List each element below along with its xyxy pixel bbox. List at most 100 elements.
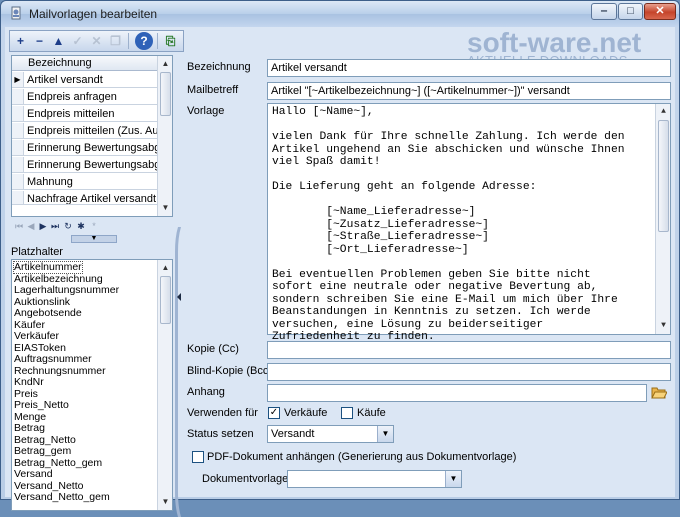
verwenden-label: Verwenden für: [187, 407, 258, 419]
vertical-splitter-icon[interactable]: [175, 227, 183, 517]
bezeichnung-field[interactable]: Artikel versandt: [267, 59, 671, 77]
dokumentvorlage-label: Dokumentvorlage: [202, 473, 289, 485]
list-item[interactable]: Rechnungsnummer: [14, 365, 106, 377]
row-label: Endpreis anfragen: [27, 91, 117, 103]
scroll-down-icon[interactable]: ▼: [656, 318, 671, 333]
asterisk-icon[interactable]: *: [88, 219, 100, 233]
list-item[interactable]: Preis: [14, 388, 38, 400]
row-label: Erinnerung Bewertungsabga: [27, 159, 158, 171]
minimize-button[interactable]: ‒: [591, 3, 617, 20]
list-item[interactable]: Preis_Netto: [14, 400, 69, 411]
client-area: + − ▲ ✓ ✕ ❐ ? ⎘ soft-ware.net AKTUELLE D…: [5, 27, 675, 517]
status-select[interactable]: Versandt ▼: [267, 425, 394, 443]
toolbar: + − ▲ ✓ ✕ ❐ ? ⎘: [9, 30, 184, 52]
delete-icon[interactable]: −: [31, 33, 48, 49]
star-icon[interactable]: ✱: [75, 219, 87, 233]
list-item[interactable]: Betrag_gem: [14, 446, 71, 457]
copy-icon[interactable]: ❐: [107, 33, 124, 49]
chevron-down-icon[interactable]: ▼: [445, 471, 461, 487]
table-row[interactable]: Nachfrage Artikel versandt: [12, 191, 158, 205]
chevron-down-icon[interactable]: ▼: [377, 426, 393, 442]
row-label: Endpreis mitteilen: [27, 108, 115, 120]
scroll-thumb[interactable]: [160, 276, 171, 324]
list-item[interactable]: Lagerhaltungsnummer: [14, 285, 119, 296]
verkaeufe-label: Verkäufe: [284, 407, 328, 419]
list-item[interactable]: Menge: [14, 411, 46, 423]
vorlage-textarea[interactable]: Hallo [~Name~], vielen Dank für Ihre sch…: [267, 103, 671, 343]
list-item[interactable]: Verkäufer: [14, 331, 59, 342]
list-item[interactable]: Käufer: [14, 319, 45, 331]
list-item[interactable]: Betrag_Netto_gem: [14, 457, 102, 469]
folder-open-icon[interactable]: [651, 386, 667, 399]
move-up-icon[interactable]: ▲: [50, 33, 67, 49]
column-header-bezeichnung[interactable]: Bezeichnung: [28, 57, 92, 69]
bezeichnung-label: Bezeichnung: [187, 61, 251, 73]
horizontal-splitter-icon[interactable]: ▼: [71, 235, 117, 243]
list-item[interactable]: Versand_Netto: [14, 480, 83, 492]
list-item[interactable]: KndNr: [14, 377, 44, 388]
title-bar[interactable]: Mailvorlagen bearbeiten ‒ □ ✕: [1, 1, 679, 27]
placeholder-list[interactable]: Artikelnummer Artikelbezeichnung Lagerha…: [11, 259, 173, 511]
table-row[interactable]: ▶ Artikel versandt: [12, 72, 158, 88]
kaeufe-checkbox[interactable]: [341, 407, 353, 419]
row-label: Artikel versandt: [27, 74, 103, 86]
mailbetreff-label: Mailbetreff: [187, 84, 239, 96]
list-item[interactable]: Betrag: [14, 423, 45, 434]
close-button[interactable]: ✕: [644, 3, 676, 20]
app-icon: [11, 6, 21, 20]
kopie-field[interactable]: [267, 341, 671, 359]
help-icon[interactable]: ?: [135, 32, 153, 50]
table-row[interactable]: Erinnerung Bewertungsabga: [12, 140, 158, 156]
list-item[interactable]: Angebotsende: [14, 308, 82, 319]
scroll-up-icon[interactable]: ▲: [656, 104, 671, 119]
first-record-icon[interactable]: ⏮: [13, 219, 25, 233]
list-item[interactable]: Artikelbezeichnung: [14, 273, 103, 285]
list-item[interactable]: Auftragsnummer: [14, 354, 92, 365]
list-item[interactable]: Auktionslink: [14, 296, 70, 308]
table-row[interactable]: Mahnung: [12, 174, 158, 190]
list-item[interactable]: Versand: [14, 469, 53, 480]
anhang-field[interactable]: [267, 384, 647, 402]
row-label: Nachfrage Artikel versandt: [27, 193, 157, 205]
mailbetreff-field[interactable]: Artikel "[~Artikelbezeichnung~] ([~Artik…: [267, 82, 671, 100]
list-item[interactable]: Betrag_Netto: [14, 434, 76, 446]
maximize-button[interactable]: □: [618, 3, 643, 20]
grid-header: Bezeichnung: [12, 56, 158, 71]
vorlage-label: Vorlage: [187, 105, 225, 117]
table-row[interactable]: Endpreis mitteilen: [12, 106, 158, 122]
textarea-scrollbar[interactable]: ▲ ▼: [655, 104, 670, 334]
last-record-icon[interactable]: ⏭: [49, 219, 61, 233]
add-icon[interactable]: +: [12, 33, 29, 49]
pdf-label: PDF-Dokument anhängen (Generierung aus D…: [207, 451, 517, 463]
scroll-up-icon[interactable]: ▲: [158, 260, 173, 275]
kaeufe-label: Käufe: [357, 407, 386, 419]
refresh-icon[interactable]: ↻: [62, 219, 74, 233]
list-item[interactable]: EIASToken: [14, 342, 66, 354]
blindkopie-field[interactable]: [267, 363, 671, 381]
table-row[interactable]: Endpreis anfragen: [12, 89, 158, 105]
list-item[interactable]: Artikelnummer: [13, 261, 83, 274]
list-scrollbar[interactable]: ▲ ▼: [157, 260, 172, 510]
row-indicator: [12, 140, 24, 155]
scroll-thumb[interactable]: [160, 72, 171, 116]
dokumentvorlage-select[interactable]: ▼: [287, 470, 462, 488]
row-label: Endpreis mitteilen (Zus. Aukt: [27, 125, 158, 137]
exit-icon[interactable]: ⎘: [162, 33, 179, 49]
table-row[interactable]: Erinnerung Bewertungsabga: [12, 157, 158, 173]
prev-record-icon[interactable]: ◀: [25, 219, 37, 233]
row-indicator-icon: ▶: [12, 72, 24, 87]
table-row[interactable]: Endpreis mitteilen (Zus. Aukt: [12, 123, 158, 139]
scroll-up-icon[interactable]: ▲: [158, 56, 173, 71]
confirm-icon[interactable]: ✓: [69, 33, 86, 49]
row-label: Mahnung: [27, 176, 73, 188]
cancel-icon[interactable]: ✕: [88, 33, 105, 49]
list-item[interactable]: Versand_Netto_gem: [14, 492, 110, 503]
scroll-thumb[interactable]: [658, 120, 669, 232]
template-grid[interactable]: Bezeichnung ▶ Artikel versandt Endpreis …: [11, 55, 173, 217]
verkaeufe-checkbox[interactable]: ✓: [268, 407, 280, 419]
scroll-down-icon[interactable]: ▼: [158, 200, 173, 215]
scroll-down-icon[interactable]: ▼: [158, 494, 173, 509]
pdf-checkbox[interactable]: [192, 451, 204, 463]
grid-scrollbar[interactable]: ▲ ▼: [157, 56, 172, 216]
next-record-icon[interactable]: ▶: [37, 219, 49, 233]
